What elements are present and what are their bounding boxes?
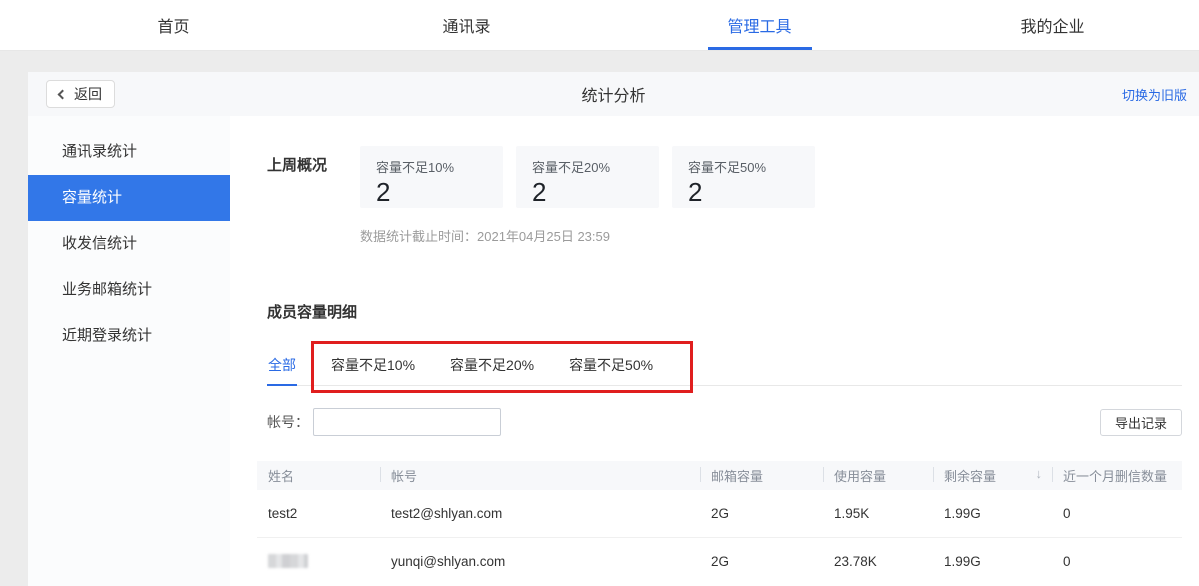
table-row: test2 test2@shlyan.com 2G 1.95K 1.99G 0 bbox=[257, 490, 1182, 537]
sidebar-item-contacts-stats[interactable]: 通讯录统计 bbox=[28, 129, 230, 175]
filter-tabs: 全部 容量不足10% 容量不足20% 容量不足50% bbox=[267, 349, 1182, 386]
card-label: 容量不足20% bbox=[532, 157, 643, 176]
filter-tabs-wrap: 全部 容量不足10% 容量不足20% 容量不足50% bbox=[267, 349, 1182, 386]
card-value: 2 bbox=[376, 177, 487, 208]
sidebar: 通讯录统计 容量统计 收发信统计 业务邮箱统计 近期登录统计 bbox=[28, 116, 230, 586]
table-row: yunqi@shlyan.com 2G 23.78K 1.99G 0 bbox=[257, 537, 1182, 584]
nav-item-my-enterprise[interactable]: 我的企业 bbox=[906, 0, 1199, 50]
cell-account: test2@shlyan.com bbox=[380, 506, 700, 521]
overview-card-under-20: 容量不足20% 2 bbox=[516, 146, 659, 208]
cell-used: 1.95K bbox=[823, 506, 933, 521]
cell-quota: 2G bbox=[700, 554, 823, 569]
page-title: 统计分析 bbox=[28, 82, 1199, 106]
nav-item-label: 我的企业 bbox=[1020, 13, 1084, 37]
column-header-account: 帐号 bbox=[380, 466, 700, 485]
cell-remaining: 1.99G bbox=[933, 506, 1052, 521]
column-header-deleted-count: 近一个月删信数量 bbox=[1052, 466, 1182, 485]
overview-card-under-10: 容量不足10% 2 bbox=[360, 146, 503, 208]
nav-item-label: 首页 bbox=[157, 13, 189, 37]
redacted-name-block bbox=[268, 554, 308, 568]
column-header-name: 姓名 bbox=[257, 466, 380, 485]
cell-deleted-count: 0 bbox=[1052, 554, 1182, 569]
back-button-label: 返回 bbox=[74, 84, 102, 104]
tab-all[interactable]: 全部 bbox=[267, 349, 297, 386]
cell-quota: 2G bbox=[700, 506, 823, 521]
tab-under-10[interactable]: 容量不足10% bbox=[330, 349, 416, 386]
account-search-label: 帐号： bbox=[267, 412, 309, 432]
sort-desc-icon[interactable]: ↓ bbox=[1036, 466, 1043, 485]
active-tab-underline bbox=[708, 47, 812, 50]
main-content: 上周概况 容量不足10% 2 容量不足20% 2 容量不足50% 2 bbox=[230, 116, 1199, 586]
cell-remaining: 1.99G bbox=[933, 554, 1052, 569]
nav-item-home[interactable]: 首页 bbox=[27, 0, 320, 50]
overview-card-under-50: 容量不足50% 2 bbox=[672, 146, 815, 208]
sidebar-item-send-receive-stats[interactable]: 收发信统计 bbox=[28, 221, 230, 267]
member-capacity-detail-heading: 成员容量明细 bbox=[267, 301, 1182, 322]
top-nav: 首页 通讯录 管理工具 我的企业 bbox=[0, 0, 1199, 51]
data-deadline-text: 数据统计截止时间：2021年04月25日 23:59 bbox=[360, 226, 1182, 245]
nav-item-label: 通讯录 bbox=[442, 13, 490, 37]
chevron-left-icon bbox=[58, 89, 68, 99]
export-records-button[interactable]: 导出记录 bbox=[1100, 409, 1182, 436]
switch-to-old-version-link[interactable]: 切换为旧版 bbox=[1122, 85, 1187, 104]
table-header-row: 姓名 帐号 邮箱容量 使用容量 剩余容量 ↓ 近一个月删信数量 bbox=[257, 461, 1182, 490]
nav-item-label: 管理工具 bbox=[727, 13, 791, 37]
sidebar-item-recent-login-stats[interactable]: 近期登录统计 bbox=[28, 313, 230, 359]
cell-name bbox=[257, 554, 380, 568]
card-label: 容量不足50% bbox=[688, 157, 799, 176]
panel-body: 通讯录统计 容量统计 收发信统计 业务邮箱统计 近期登录统计 上周概况 容量不足… bbox=[28, 116, 1199, 586]
column-header-quota: 邮箱容量 bbox=[700, 466, 823, 485]
back-button[interactable]: 返回 bbox=[46, 80, 115, 108]
card-value: 2 bbox=[532, 177, 643, 208]
nav-item-contacts[interactable]: 通讯录 bbox=[320, 0, 613, 50]
page-background: 统计分析 返回 切换为旧版 通讯录统计 容量统计 收发信统计 业务邮箱统计 近期… bbox=[0, 51, 1199, 586]
tab-under-20[interactable]: 容量不足20% bbox=[449, 349, 535, 386]
overview-section-label: 上周概况 bbox=[267, 146, 360, 208]
last-week-overview-section: 上周概况 容量不足10% 2 容量不足20% 2 容量不足50% 2 bbox=[267, 146, 1182, 208]
account-search-input[interactable] bbox=[313, 408, 501, 436]
overview-cards: 容量不足10% 2 容量不足20% 2 容量不足50% 2 bbox=[360, 146, 828, 208]
column-header-used: 使用容量 bbox=[823, 466, 933, 485]
nav-item-admin-tools[interactable]: 管理工具 bbox=[613, 0, 906, 50]
statistics-panel: 统计分析 返回 切换为旧版 通讯录统计 容量统计 收发信统计 业务邮箱统计 近期… bbox=[28, 72, 1199, 586]
cell-name: test2 bbox=[257, 506, 380, 521]
cell-deleted-count: 0 bbox=[1052, 506, 1182, 521]
search-row: 帐号： 导出记录 bbox=[267, 408, 1182, 436]
sidebar-item-capacity-stats[interactable]: 容量统计 bbox=[28, 175, 230, 221]
sidebar-item-business-mailbox-stats[interactable]: 业务邮箱统计 bbox=[28, 267, 230, 313]
tab-under-50[interactable]: 容量不足50% bbox=[568, 349, 654, 386]
cell-used: 23.78K bbox=[823, 554, 933, 569]
card-label: 容量不足10% bbox=[376, 157, 487, 176]
column-header-remaining-label: 剩余容量 bbox=[944, 466, 996, 485]
panel-header: 统计分析 返回 切换为旧版 bbox=[28, 72, 1199, 116]
column-header-remaining: 剩余容量 ↓ bbox=[933, 466, 1052, 485]
card-value: 2 bbox=[688, 177, 799, 208]
cell-account: yunqi@shlyan.com bbox=[380, 554, 700, 569]
capacity-table: 姓名 帐号 邮箱容量 使用容量 剩余容量 ↓ 近一个月删信数量 test2 te… bbox=[257, 461, 1182, 584]
